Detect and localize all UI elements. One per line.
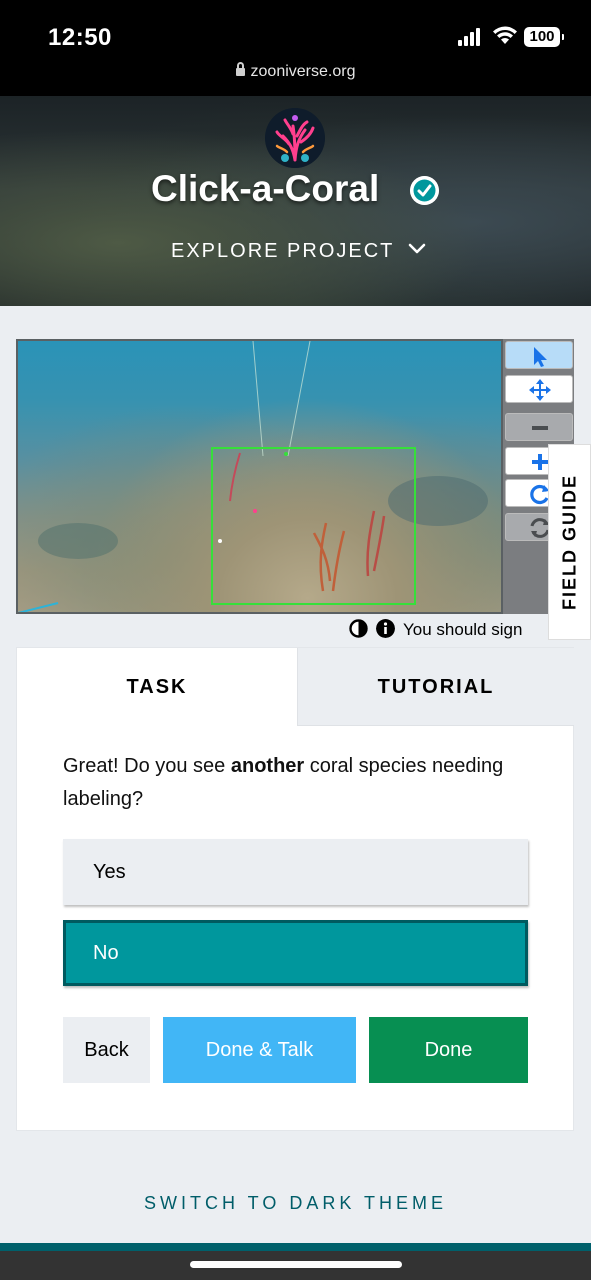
tab-task[interactable]: TASK [17, 648, 297, 726]
tab-tutorial[interactable]: TUTORIAL [297, 648, 574, 726]
subject-meta-row: You should sign [349, 619, 522, 641]
coral-logo-icon [265, 108, 325, 168]
url-text: zooniverse.org [250, 63, 356, 80]
home-indicator[interactable] [190, 1261, 402, 1268]
answer-no-button[interactable]: No [63, 920, 528, 986]
annotate-tool-button[interactable] [505, 341, 573, 369]
battery-icon: 100 [524, 27, 564, 47]
chevron-down-icon[interactable] [408, 242, 426, 256]
verified-badge-icon [410, 176, 439, 205]
subject-image[interactable] [16, 339, 503, 614]
done-button[interactable]: Done [369, 1017, 528, 1083]
wifi-icon [493, 26, 517, 44]
task-panel: TASK TUTORIAL Great! Do you see another … [16, 647, 574, 1131]
clock: 12:50 [48, 24, 112, 51]
task-question: Great! Do you see another coral species … [63, 750, 523, 816]
info-icon[interactable] [376, 619, 395, 638]
question-emphasis: another [230, 755, 305, 777]
back-button[interactable]: Back [63, 1017, 150, 1083]
project-avatar[interactable] [265, 108, 325, 168]
zoom-out-button[interactable] [505, 413, 573, 441]
pointer-icon [534, 347, 547, 367]
address-bar[interactable]: zooniverse.org [0, 62, 591, 81]
footer-strip [0, 1243, 591, 1251]
home-indicator-area [0, 1251, 591, 1280]
cellular-signal-icon [458, 28, 484, 46]
answer-yes-button[interactable]: Yes [63, 839, 528, 905]
project-title: Click-a-Coral [151, 168, 380, 209]
lock-icon [235, 62, 245, 76]
field-guide-label: FIELD GUIDE [559, 473, 579, 611]
project-header: Click-a-Coral EXPLORE PROJECT [0, 96, 591, 306]
field-guide-tab[interactable]: FIELD GUIDE [548, 444, 591, 640]
bounding-box-frame [211, 447, 416, 605]
zoom-out-icon [532, 426, 548, 430]
explore-project-menu[interactable]: EXPLORE PROJECT [171, 240, 394, 263]
done-and-talk-button[interactable]: Done & Talk [163, 1017, 356, 1083]
status-bar: 12:50 100 zooniverse.org [0, 0, 591, 96]
switch-dark-theme-link[interactable]: SWITCH TO DARK THEME [0, 1193, 591, 1214]
question-text-start: Great! Do you see [63, 755, 231, 777]
invert-contrast-icon[interactable] [349, 619, 368, 638]
move-icon [529, 379, 551, 401]
move-tool-button[interactable] [505, 375, 573, 403]
sign-in-notice: You should sign [403, 620, 523, 639]
